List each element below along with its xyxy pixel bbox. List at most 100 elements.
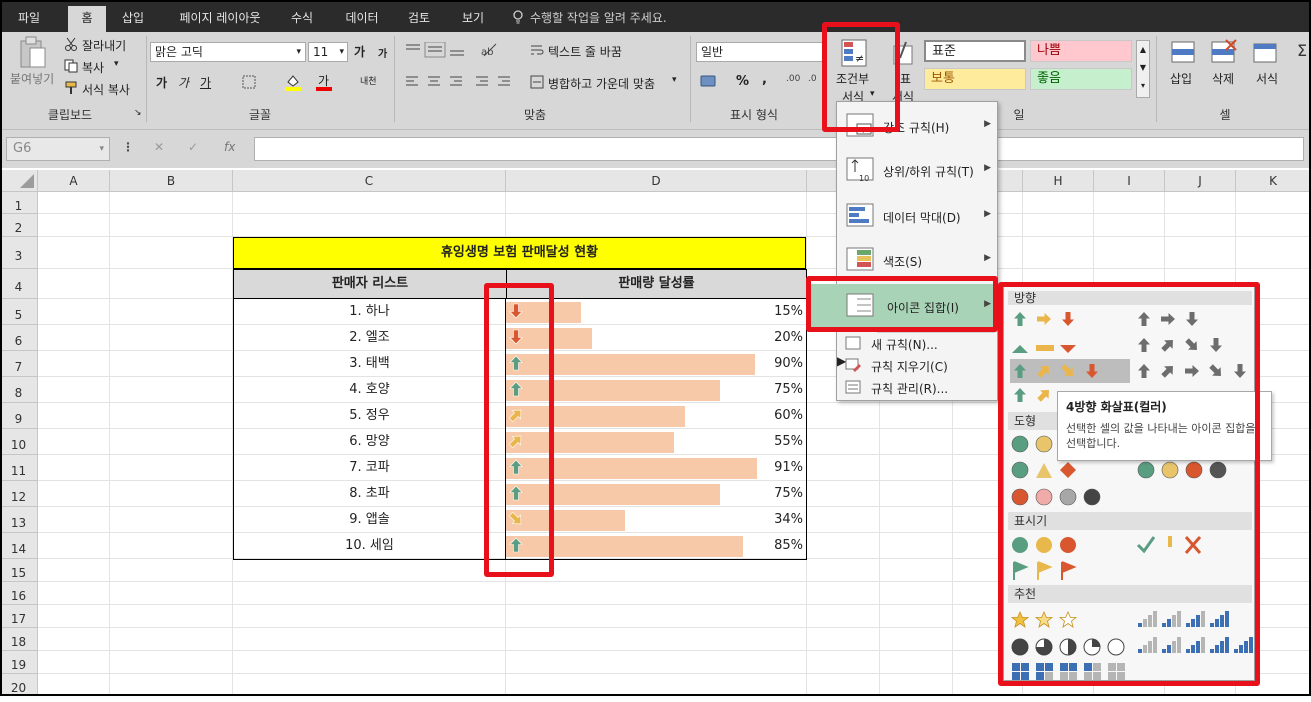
format-cells-icon[interactable] <box>1252 38 1280 66</box>
chevron-down-icon[interactable]: ▾ <box>672 75 677 85</box>
tab-file[interactable]: 파일 <box>6 8 52 32</box>
insert-cells-icon[interactable] <box>1170 38 1198 66</box>
align-left-center-right-indent-icons[interactable] <box>404 74 514 90</box>
merge-center-button[interactable]: 병합하고 가운데 맞춤 <box>548 75 655 92</box>
row-header[interactable]: 12 <box>0 481 38 507</box>
merge-center-icon[interactable] <box>530 75 544 89</box>
row-header[interactable]: 19 <box>0 651 38 674</box>
sum-icon[interactable]: Σ <box>1296 38 1310 66</box>
row-header[interactable]: 20 <box>0 674 38 696</box>
seller-name-cell[interactable]: 1. 하나 <box>233 299 506 325</box>
formula-input[interactable] <box>254 137 1304 161</box>
seller-name-cell[interactable]: 2. 엘조 <box>233 325 506 351</box>
seller-name-cell[interactable]: 8. 초파 <box>233 481 506 507</box>
row-header[interactable]: 14 <box>0 533 38 559</box>
format-cells-button[interactable]: 서식 <box>1256 70 1278 87</box>
cut-label[interactable]: 잘라내기 <box>82 37 126 54</box>
fill-color-icon[interactable] <box>284 73 302 91</box>
style-good[interactable]: 좋음 <box>1030 68 1132 90</box>
number-format-select[interactable]: 일반 <box>696 42 824 62</box>
column-header[interactable]: K <box>1236 170 1311 192</box>
column-header[interactable]: A <box>38 170 110 192</box>
seller-name-cell[interactable]: 3. 태백 <box>233 351 506 377</box>
decrease-decimal-button[interactable]: .0 <box>808 74 817 84</box>
row-header[interactable]: 11 <box>0 455 38 481</box>
row-header[interactable]: 6 <box>0 325 38 351</box>
row-header[interactable]: 18 <box>0 628 38 651</box>
clipboard-launcher-icon[interactable]: ↘ <box>134 108 142 118</box>
increase-decimal-button[interactable]: .00 <box>786 74 800 84</box>
formula-bar-menu-icon[interactable]: ⋮ <box>122 140 134 154</box>
row-header[interactable]: 15 <box>0 559 38 582</box>
delete-cells-icon[interactable] <box>1210 38 1238 66</box>
insert-function-button[interactable]: fx <box>224 140 235 154</box>
cancel-icon[interactable]: ✕ <box>154 140 164 154</box>
style-normal[interactable]: 표준 <box>924 40 1026 62</box>
seller-name-cell[interactable]: 7. 코파 <box>233 455 506 481</box>
seller-name-cell[interactable]: 10. 세임 <box>233 533 506 559</box>
seller-name-cell[interactable]: 4. 호양 <box>233 377 506 403</box>
tab-data[interactable]: 데이터 <box>334 8 390 32</box>
row-header[interactable]: 1 <box>0 192 38 214</box>
tab-formulas[interactable]: 수식 <box>280 8 324 32</box>
column-header[interactable]: H <box>1023 170 1094 192</box>
select-all-corner[interactable] <box>0 170 38 192</box>
menu-data-bars[interactable]: 데이터 막대(D) ▶ <box>837 194 997 238</box>
row-header[interactable]: 4 <box>0 269 38 299</box>
underline-button[interactable]: 가 <box>200 74 211 91</box>
header-seller-list[interactable]: 판매자 리스트 <box>233 269 507 299</box>
tab-home[interactable]: 홈 <box>68 6 106 32</box>
seller-name-cell[interactable]: 6. 망양 <box>233 429 506 455</box>
comma-style-button[interactable]: , <box>762 72 767 87</box>
font-grow-button[interactable]: 가 <box>354 43 365 60</box>
phonetic-button[interactable]: 내천 <box>360 74 377 87</box>
column-header[interactable]: I <box>1094 170 1165 192</box>
orientation-icon[interactable]: ab <box>480 42 498 58</box>
format-painter-label[interactable]: 서식 복사 <box>82 81 130 98</box>
row-header[interactable]: 13 <box>0 507 38 533</box>
menu-new-rule[interactable]: 새 규칙(N)... <box>837 332 997 354</box>
paste-button-label[interactable]: 붙여넣기 <box>10 70 54 87</box>
row-header[interactable]: 8 <box>0 377 38 403</box>
row-header[interactable]: 9 <box>0 403 38 429</box>
format-as-table-label[interactable]: 표 <box>900 70 911 87</box>
column-header[interactable]: C <box>233 170 506 192</box>
column-header[interactable]: D <box>506 170 807 192</box>
row-header[interactable]: 10 <box>0 429 38 455</box>
name-box[interactable]: G6 ▾ <box>6 137 110 161</box>
cut-icon[interactable] <box>64 37 78 51</box>
row-header[interactable]: 7 <box>0 351 38 377</box>
enter-icon[interactable]: ✓ <box>188 140 198 154</box>
italic-button[interactable]: 가 <box>178 74 189 91</box>
border-icon[interactable] <box>242 75 256 89</box>
tab-view[interactable]: 보기 <box>450 8 496 32</box>
delete-cells-button[interactable]: 삭제 <box>1212 70 1234 87</box>
row-header[interactable]: 2 <box>0 214 38 237</box>
seller-name-cell[interactable]: 9. 앱솔 <box>233 507 506 533</box>
bold-button[interactable]: 가 <box>156 74 167 91</box>
tab-page-layout[interactable]: 페이지 레이아웃 <box>164 8 276 32</box>
insert-cells-button[interactable]: 삽입 <box>1170 70 1192 87</box>
style-bad[interactable]: 나쁨 <box>1030 40 1132 62</box>
column-header[interactable]: J <box>1165 170 1236 192</box>
tab-review[interactable]: 검토 <box>396 8 442 32</box>
align-top-middle-bottom-icons[interactable] <box>404 42 474 58</box>
menu-top-bottom-rules[interactable]: 10 상위/하위 규칙(T) ▶ <box>837 148 997 192</box>
row-header[interactable]: 16 <box>0 582 38 605</box>
row-header[interactable]: 5 <box>0 299 38 325</box>
copy-icon[interactable] <box>64 59 78 73</box>
tell-me-box[interactable]: 수행할 작업을 알려 주세요. <box>530 9 667 26</box>
accounting-format-icon[interactable] <box>700 74 718 88</box>
copy-dropdown-icon[interactable]: ▾ <box>114 59 119 69</box>
menu-manage-rules[interactable]: 규칙 관리(R)... <box>837 376 997 398</box>
tab-insert[interactable]: 삽입 <box>112 8 154 32</box>
percent-style-button[interactable]: % <box>736 74 749 89</box>
font-name-select[interactable]: 맑은 고딕 ▾ <box>150 42 306 62</box>
styles-gallery-scroll[interactable]: ▲ ▼ ▾ <box>1136 40 1150 98</box>
table-title[interactable]: 휴잉생명 보험 판매달성 현황 <box>233 237 806 269</box>
copy-label[interactable]: 복사 <box>82 59 104 76</box>
column-header[interactable]: B <box>110 170 233 192</box>
font-shrink-button[interactable]: 가 <box>378 45 387 60</box>
format-painter-icon[interactable] <box>64 81 78 95</box>
row-header[interactable]: 3 <box>0 237 38 269</box>
